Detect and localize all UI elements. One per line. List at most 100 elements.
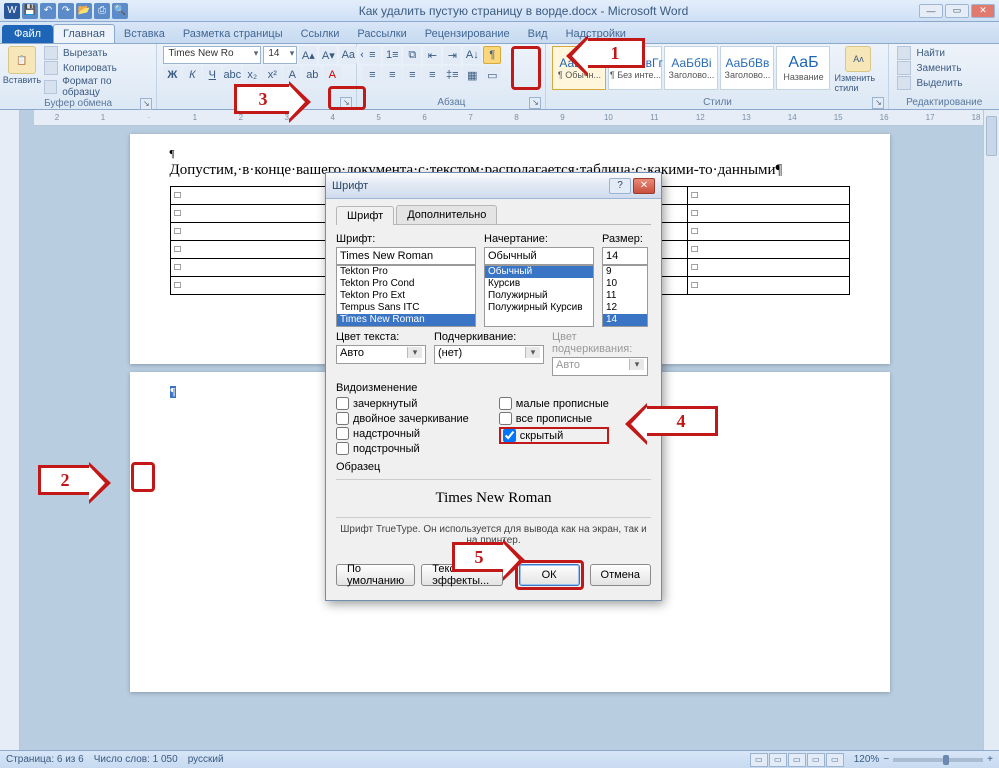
check-hidden[interactable]: скрытый	[499, 427, 609, 444]
text-color-dropdown[interactable]: Авто	[336, 345, 426, 364]
check-allcaps[interactable]: все прописные	[499, 412, 609, 425]
dialog-close-button[interactable]: ✕	[633, 178, 655, 194]
font-size-combo[interactable]: 14	[263, 46, 297, 64]
tab-addins[interactable]: Надстройки	[557, 25, 635, 43]
tab-layout[interactable]: Разметка страницы	[174, 25, 292, 43]
cut-button[interactable]: Вырезать	[42, 46, 150, 60]
minimize-button[interactable]: —	[919, 4, 943, 18]
copy-button[interactable]: Копировать	[42, 61, 150, 75]
default-button[interactable]: По умолчанию	[336, 564, 415, 586]
underline-color-dropdown[interactable]: Авто	[552, 357, 648, 376]
font-launcher[interactable]: ↘	[340, 97, 352, 109]
tab-references[interactable]: Ссылки	[292, 25, 349, 43]
borders-icon[interactable]: ▭	[483, 66, 501, 84]
paste-button[interactable]: 📋 Вставить	[6, 46, 38, 85]
maximize-button[interactable]: ▭	[945, 4, 969, 18]
view-read-icon[interactable]: ▭	[769, 753, 787, 767]
save-icon[interactable]: 💾	[22, 3, 38, 19]
underline-dropdown[interactable]: (нет)	[434, 345, 544, 364]
view-web-icon[interactable]: ▭	[788, 753, 806, 767]
superscript-icon[interactable]: x²	[263, 66, 281, 84]
ok-button[interactable]: ОК	[519, 564, 580, 586]
clipboard-launcher[interactable]: ↘	[140, 98, 152, 110]
size-input[interactable]: 14	[602, 247, 648, 265]
check-sub[interactable]: подстрочный	[336, 442, 469, 455]
font-list[interactable]: Tekton Pro Tekton Pro Cond Tekton Pro Ex…	[336, 265, 476, 327]
styles-launcher[interactable]: ↘	[872, 97, 884, 109]
bold-icon[interactable]: Ж	[163, 66, 181, 84]
show-marks-icon[interactable]: ¶	[483, 46, 501, 64]
align-left-icon[interactable]: ≡	[363, 66, 381, 84]
check-super[interactable]: надстрочный	[336, 427, 469, 440]
cancel-button[interactable]: Отмена	[590, 564, 651, 586]
check-dblstrike[interactable]: двойное зачеркивание	[336, 412, 469, 425]
align-justify-icon[interactable]: ≡	[423, 66, 441, 84]
close-button[interactable]: ✕	[971, 4, 995, 18]
tab-home[interactable]: Главная	[53, 24, 115, 43]
align-right-icon[interactable]: ≡	[403, 66, 421, 84]
font-color-icon[interactable]: A	[323, 66, 341, 84]
style-gallery[interactable]: АаБбВі¶ Обычн... АаБбВвГг¶ Без инте... А…	[552, 46, 830, 90]
tab-insert[interactable]: Вставка	[115, 25, 174, 43]
subscript-icon[interactable]: x₂	[243, 66, 261, 84]
tab-review[interactable]: Рецензирование	[416, 25, 519, 43]
view-print-icon[interactable]: ▭	[750, 753, 768, 767]
open-icon[interactable]: 📂	[76, 3, 92, 19]
paragraph-launcher[interactable]: ↘	[529, 97, 541, 109]
size-list[interactable]: 9 10 11 12 14	[602, 265, 648, 327]
replace-button[interactable]: Заменить	[895, 61, 966, 75]
style-list[interactable]: Обычный Курсив Полужирный Полужирный Кур…	[484, 265, 594, 327]
preview-icon[interactable]: 🔍	[112, 3, 128, 19]
style-heading1[interactable]: АаБбВіЗаголово...	[664, 46, 718, 90]
vertical-scrollbar[interactable]	[983, 110, 999, 750]
dialog-titlebar[interactable]: Шрифт ? ✕	[326, 173, 661, 199]
font-name-combo[interactable]: Times New Ro	[163, 46, 261, 64]
indent-inc-icon[interactable]: ⇥	[443, 46, 461, 64]
zoom-slider[interactable]	[893, 758, 983, 762]
file-tab[interactable]: Файл	[2, 25, 53, 43]
tab-view[interactable]: Вид	[519, 25, 557, 43]
view-draft-icon[interactable]: ▭	[826, 753, 844, 767]
grow-font-icon[interactable]: A▴	[299, 46, 317, 64]
status-words[interactable]: Число слов: 1 050	[94, 754, 178, 765]
font-name-input[interactable]: Times New Roman	[336, 247, 476, 265]
scrollbar-thumb[interactable]	[986, 116, 997, 156]
highlight-icon[interactable]: ab	[303, 66, 321, 84]
sort-icon[interactable]: A↓	[463, 46, 481, 64]
strike-icon[interactable]: abc	[223, 66, 241, 84]
shading-icon[interactable]: ▦	[463, 66, 481, 84]
italic-icon[interactable]: К	[183, 66, 201, 84]
style-normal[interactable]: АаБбВі¶ Обычн...	[552, 46, 606, 90]
underline-icon[interactable]: Ч	[203, 66, 221, 84]
shrink-font-icon[interactable]: A▾	[319, 46, 337, 64]
align-center-icon[interactable]: ≡	[383, 66, 401, 84]
style-nospacing[interactable]: АаБбВвГг¶ Без инте...	[608, 46, 662, 90]
view-outline-icon[interactable]: ▭	[807, 753, 825, 767]
indent-dec-icon[interactable]: ⇤	[423, 46, 441, 64]
check-smallcaps[interactable]: малые прописные	[499, 397, 609, 410]
find-button[interactable]: Найти	[895, 46, 966, 60]
dialog-tab-font[interactable]: Шрифт	[336, 206, 394, 225]
style-heading2[interactable]: АаБбВвЗаголово...	[720, 46, 774, 90]
dialog-tab-advanced[interactable]: Дополнительно	[396, 205, 497, 224]
undo-icon[interactable]: ↶	[40, 3, 56, 19]
change-case-icon[interactable]: Aa	[339, 46, 357, 64]
redo-icon[interactable]: ↷	[58, 3, 74, 19]
print-icon[interactable]: ⎙	[94, 3, 110, 19]
style-input[interactable]: Обычный	[484, 247, 594, 265]
change-styles-button[interactable]: Aʌ Изменить стили	[834, 46, 882, 93]
tab-mailings[interactable]: Рассылки	[348, 25, 415, 43]
numbering-icon[interactable]: 1≡	[383, 46, 401, 64]
line-spacing-icon[interactable]: ‡≡	[443, 66, 461, 84]
text-effect-icon[interactable]: A	[283, 66, 301, 84]
status-page[interactable]: Страница: 6 из 6	[6, 754, 84, 765]
bullets-icon[interactable]: ≡	[363, 46, 381, 64]
multilevel-icon[interactable]: ⧉	[403, 46, 421, 64]
status-lang[interactable]: русский	[188, 754, 224, 765]
select-button[interactable]: Выделить	[895, 76, 966, 90]
dialog-help-button[interactable]: ?	[609, 178, 631, 194]
zoom-control[interactable]: 120% −+	[854, 754, 993, 765]
format-painter-button[interactable]: Формат по образцу	[42, 76, 150, 98]
style-title[interactable]: АаБНазвание	[776, 46, 830, 90]
check-strike[interactable]: зачеркнутый	[336, 397, 469, 410]
